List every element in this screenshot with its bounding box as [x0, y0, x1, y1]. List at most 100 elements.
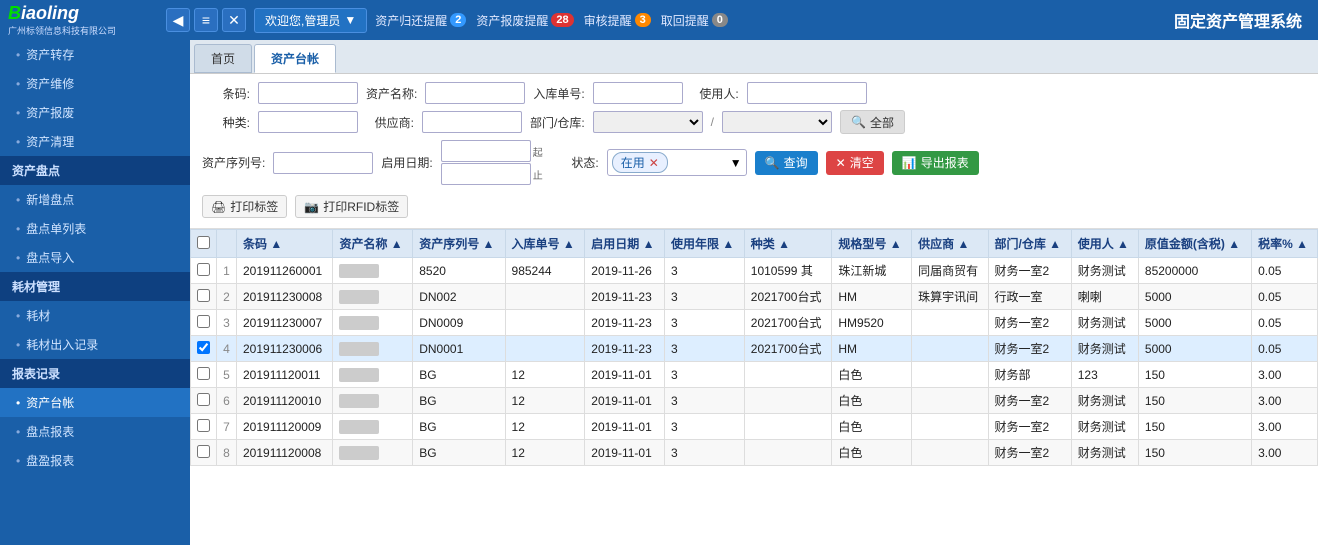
form-row-2: 种类: 供应商: 部门/仓库: / 🔍 全部	[202, 110, 1306, 134]
nav-icons: ◀ ≡ ✕	[166, 8, 246, 32]
sidebar-item-xinceng-pandian[interactable]: 新增盘点	[0, 185, 190, 214]
row-checkbox-cell[interactable]	[191, 310, 217, 336]
dept-select1[interactable]	[593, 111, 703, 133]
print-rfid-button[interactable]: 📷 打印RFID标签	[295, 195, 408, 218]
status-dropdown-icon: ▼	[730, 156, 742, 170]
row-checkbox[interactable]	[197, 315, 210, 328]
clear-button[interactable]: ✕ 清空	[826, 151, 884, 175]
row-dept: 财务部	[988, 362, 1071, 388]
th-spec[interactable]: 规格型号 ▲	[832, 230, 912, 258]
row-spec: HM	[832, 284, 912, 310]
row-inbound: 12	[505, 362, 585, 388]
alert-baofei[interactable]: 资产报废提醒 28	[476, 12, 573, 29]
row-seq: 8520	[413, 258, 505, 284]
th-startdate[interactable]: 启用日期 ▲	[585, 230, 665, 258]
row-checkbox-cell[interactable]	[191, 258, 217, 284]
sidebar-item-panying-baobiao[interactable]: 盘盈报表	[0, 446, 190, 475]
all-button[interactable]: 🔍 全部	[840, 110, 905, 134]
sidebar-item-pandian-baobiao[interactable]: 盘点报表	[0, 417, 190, 446]
barcode-input[interactable]	[258, 82, 358, 104]
tab-home[interactable]: 首页	[194, 44, 252, 73]
table-row[interactable]: 8 201911120008 BG 12 2019-11-01 3 白色 财务一…	[191, 440, 1318, 466]
row-seq: BG	[413, 440, 505, 466]
th-category[interactable]: 种类 ▲	[744, 230, 832, 258]
th-dept[interactable]: 部门/仓库 ▲	[988, 230, 1071, 258]
row-checkbox[interactable]	[197, 263, 210, 276]
sidebar-item-pandian-import[interactable]: 盘点导入	[0, 243, 190, 272]
asset-name-blurred	[339, 264, 379, 278]
top-bar: Biaoling 广州标领信息科技有限公司 ◀ ≡ ✕ 欢迎您,管理员 ▼ 资产…	[0, 0, 1318, 40]
sidebar-item-zichuan-cun[interactable]: 资产转存	[0, 40, 190, 69]
row-inbound	[505, 336, 585, 362]
user-input[interactable]	[747, 82, 867, 104]
alert-guihuan[interactable]: 资产归还提醒 2	[375, 12, 466, 29]
alert-quihui[interactable]: 取回提醒 0	[661, 12, 728, 29]
th-years[interactable]: 使用年限 ▲	[665, 230, 745, 258]
row-checkbox-cell[interactable]	[191, 440, 217, 466]
category-input[interactable]	[258, 111, 358, 133]
row-checkbox-cell[interactable]	[191, 414, 217, 440]
alert-baofei-label: 资产报废提醒	[476, 12, 548, 29]
select-all-checkbox[interactable]	[197, 236, 210, 249]
row-user: 财务测试	[1071, 388, 1138, 414]
print-tag-button[interactable]: 🖨 打印标签	[202, 195, 287, 218]
th-user[interactable]: 使用人 ▲	[1071, 230, 1138, 258]
table-row[interactable]: 5 201911120011 BG 12 2019-11-01 3 白色 财务部…	[191, 362, 1318, 388]
th-supplier[interactable]: 供应商 ▲	[912, 230, 988, 258]
th-seq[interactable]: 资产序列号 ▲	[413, 230, 505, 258]
dept-select2[interactable]	[722, 111, 832, 133]
date-end-input[interactable]	[441, 163, 531, 185]
th-select-all[interactable]	[191, 230, 217, 258]
sidebar-item-zichuan-weixiu[interactable]: 资产维修	[0, 69, 190, 98]
supplier-input[interactable]	[422, 111, 522, 133]
row-checkbox[interactable]	[197, 445, 210, 458]
sidebar-item-haocai[interactable]: 耗材	[0, 301, 190, 330]
row-checkbox[interactable]	[197, 341, 210, 354]
status-remove-icon[interactable]: ✕	[649, 156, 659, 170]
inbound-input[interactable]	[593, 82, 683, 104]
row-inbound	[505, 284, 585, 310]
th-value[interactable]: 原值金额(含税) ▲	[1138, 230, 1251, 258]
seq-input[interactable]	[273, 152, 373, 174]
table-row[interactable]: 6 201911120010 BG 12 2019-11-01 3 白色 财务一…	[191, 388, 1318, 414]
table-row[interactable]: 7 201911120009 BG 12 2019-11-01 3 白色 财务一…	[191, 414, 1318, 440]
row-checkbox-cell[interactable]	[191, 284, 217, 310]
row-checkbox[interactable]	[197, 367, 210, 380]
sidebar-item-pandian-list[interactable]: 盘点单列表	[0, 214, 190, 243]
table-row[interactable]: 2 201911230008 DN002 2019-11-23 3 202170…	[191, 284, 1318, 310]
close-button[interactable]: ✕	[222, 8, 246, 32]
back-button[interactable]: ◀	[166, 8, 190, 32]
row-category: 1010599 其	[744, 258, 832, 284]
sidebar-item-haocai-record[interactable]: 耗材出入记录	[0, 330, 190, 359]
row-barcode: 201911120011	[237, 362, 333, 388]
row-checkbox-cell[interactable]	[191, 336, 217, 362]
row-checkbox[interactable]	[197, 289, 210, 302]
th-tax[interactable]: 税率% ▲	[1252, 230, 1318, 258]
row-checkbox[interactable]	[197, 419, 210, 432]
row-assetname	[333, 336, 413, 362]
sidebar-item-zichuan-qingli[interactable]: 资产清理	[0, 127, 190, 156]
table-row[interactable]: 1 201911260001 8520 985244 2019-11-26 3 …	[191, 258, 1318, 284]
row-checkbox[interactable]	[197, 393, 210, 406]
th-barcode[interactable]: 条码 ▲	[237, 230, 333, 258]
row-checkbox-cell[interactable]	[191, 388, 217, 414]
row-checkbox-cell[interactable]	[191, 362, 217, 388]
query-button[interactable]: 🔍 查询	[755, 151, 818, 175]
th-inbound[interactable]: 入库单号 ▲	[505, 230, 585, 258]
assetname-input[interactable]	[425, 82, 525, 104]
sidebar-item-zichuan-tazhang[interactable]: 资产台帐	[0, 388, 190, 417]
welcome-button[interactable]: 欢迎您,管理员 ▼	[254, 8, 367, 33]
sidebar-section-baobiao: 报表记录	[0, 359, 190, 388]
th-assetname[interactable]: 资产名称 ▲	[333, 230, 413, 258]
row-value: 150	[1138, 440, 1251, 466]
row-value: 5000	[1138, 310, 1251, 336]
date-start-input[interactable]	[441, 140, 531, 162]
status-select-wrap[interactable]: 在用 ✕ ▼	[607, 149, 747, 176]
tab-tazhang[interactable]: 资产台帐	[254, 44, 336, 73]
table-row[interactable]: 3 201911230007 DN0009 2019-11-23 3 20217…	[191, 310, 1318, 336]
menu-button[interactable]: ≡	[194, 8, 218, 32]
export-button[interactable]: 📊 导出报表	[892, 151, 979, 175]
sidebar-item-zichuan-baofei[interactable]: 资产报废	[0, 98, 190, 127]
table-row[interactable]: 4 201911230006 DN0001 2019-11-23 3 20217…	[191, 336, 1318, 362]
alert-shenhe[interactable]: 审核提醒 3	[584, 12, 651, 29]
